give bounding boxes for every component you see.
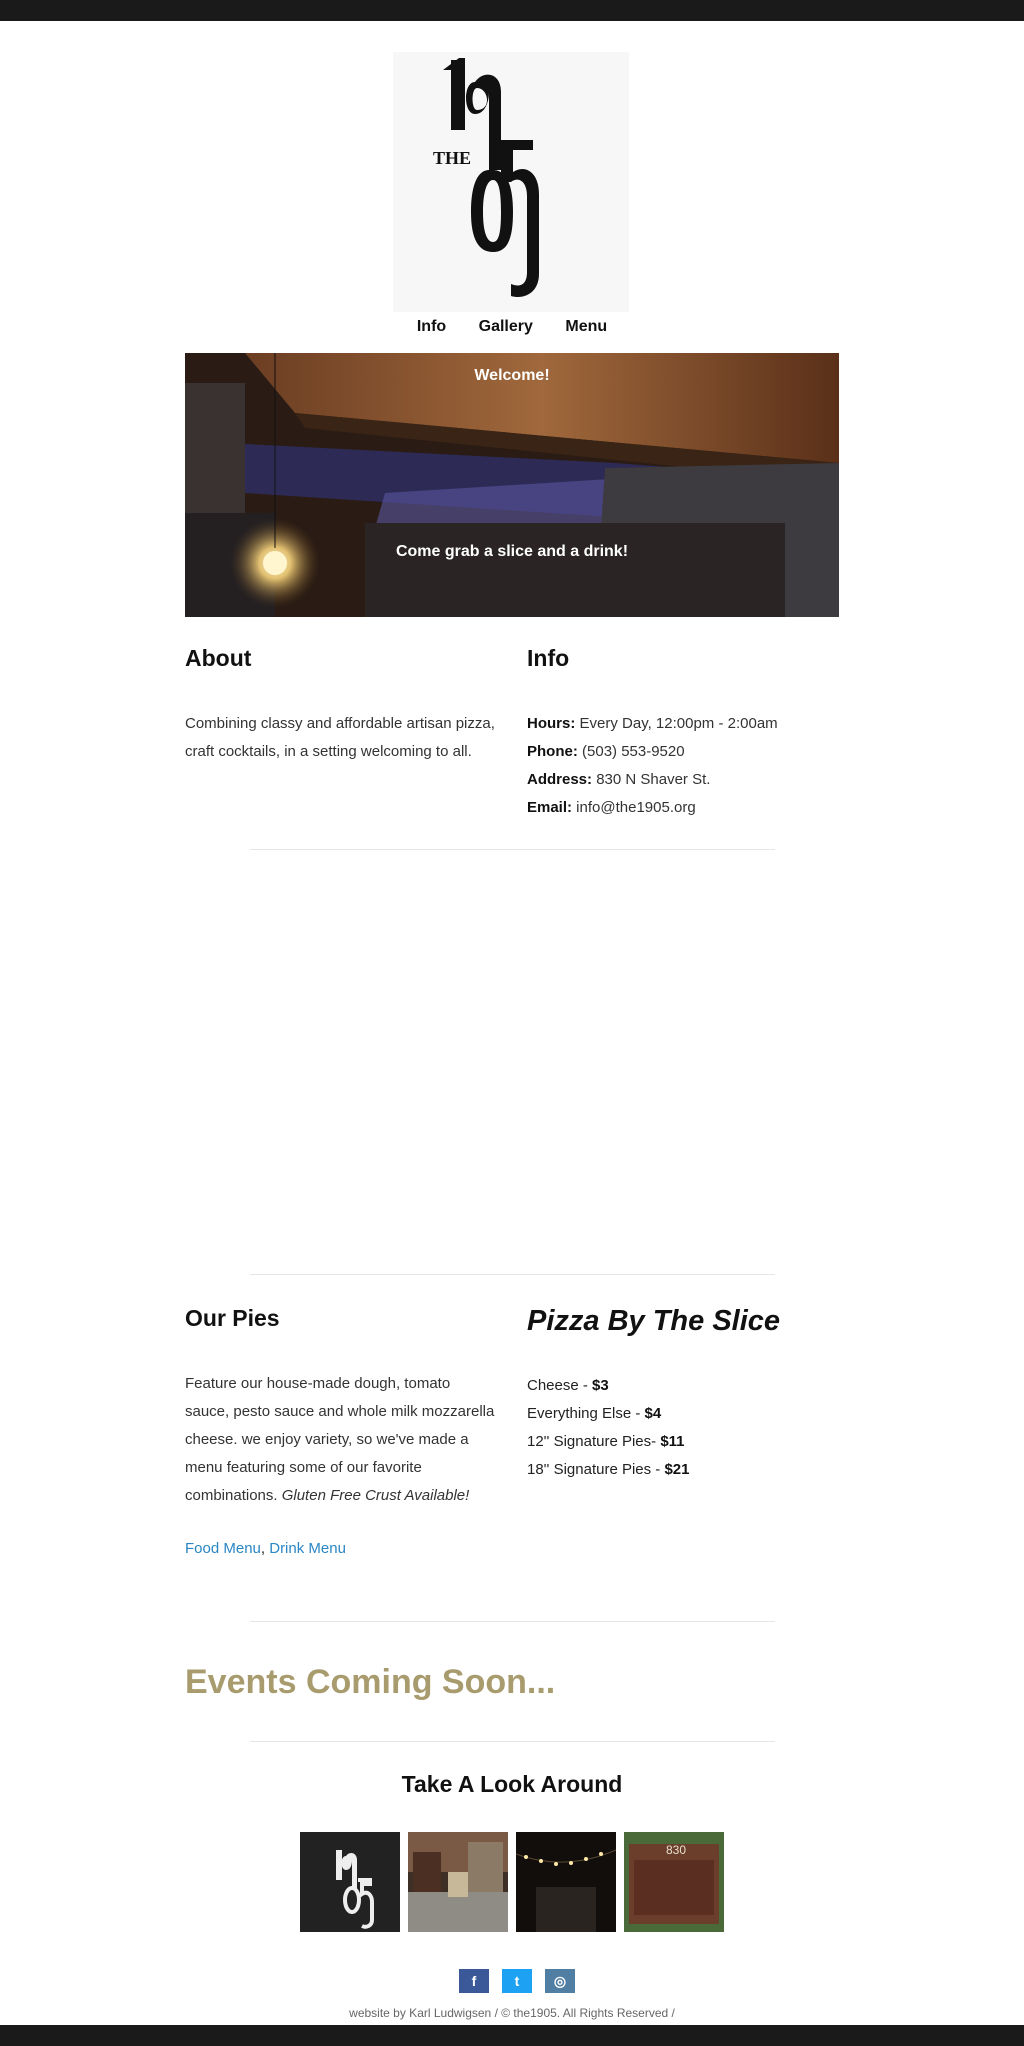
info-hours: Hours: Every Day, 12:00pm - 2:00am [527, 715, 778, 732]
hero-tagline: Come grab a slice and a drink! [395, 543, 629, 560]
menu-links: Food Menu, Drink Menu [185, 1540, 346, 1557]
slice-price-row: 18'' Signature Pies - $21 [527, 1461, 690, 1478]
info-phone: Phone: (503) 553-9520 [527, 743, 685, 760]
gallery-thumbnails: 830 [300, 1832, 730, 1932]
slice-price-row: Cheese - $3 [527, 1377, 609, 1394]
gallery-thumb-bar[interactable] [408, 1832, 508, 1932]
drink-menu-link[interactable]: Drink Menu [269, 1540, 346, 1557]
pies-section: Our Pies Feature our house-made dough, t… [185, 1305, 495, 1557]
slice-section: Pizza By The Slice Cheese - $3 Everythin… [527, 1305, 847, 1484]
section-divider [250, 849, 775, 850]
section-divider [250, 1274, 775, 1275]
hero-banner: Welcome! Come grab a slice and a drink! [185, 353, 839, 617]
site-logo[interactable]: THE [393, 52, 629, 312]
slice-heading: Pizza By The Slice [527, 1305, 781, 1337]
bottom-bar [0, 2025, 1024, 2046]
about-text: Combining classy and affordable artisan … [185, 715, 495, 760]
info-address: Address: 830 N Shaver St. [527, 771, 711, 788]
instagram-icon[interactable]: ◎ [545, 1969, 575, 1993]
slice-price-row: 12'' Signature Pies- $11 [527, 1433, 685, 1450]
top-bar [0, 0, 1024, 21]
slice-price-row: Everything Else - $4 [527, 1405, 662, 1422]
food-menu-link[interactable]: Food Menu [185, 1540, 261, 1557]
about-heading: About [185, 645, 252, 671]
main-nav: Info Gallery Menu [0, 318, 1024, 336]
pies-heading: Our Pies [185, 1305, 280, 1331]
gallery-sign-number: 830 [666, 1843, 686, 1857]
footer-credits: website by Karl Ludwigsen / © the1905. A… [349, 2006, 675, 2020]
about-section: About Combining classy and affordable ar… [185, 645, 495, 766]
logo-graphic: THE [393, 52, 629, 312]
facebook-icon[interactable]: f [459, 1969, 489, 1993]
gallery-thumb-logo[interactable] [300, 1832, 400, 1932]
section-divider [250, 1621, 775, 1622]
info-heading: Info [527, 645, 570, 671]
gluten-free-note: Gluten Free Crust Available! [281, 1487, 470, 1504]
nav-item-gallery[interactable]: Gallery [479, 318, 533, 336]
hero-photo [185, 353, 839, 617]
hero-welcome: Welcome! [474, 367, 550, 384]
twitter-icon[interactable]: t [502, 1969, 532, 1993]
nav-item-info[interactable]: Info [417, 318, 446, 336]
info-email: Email: info@the1905.org [527, 799, 696, 816]
gallery-heading: Take A Look Around [401, 1771, 623, 1797]
events-heading: Events Coming Soon... [185, 1663, 556, 1701]
gallery-thumb-sign[interactable]: 830 [624, 1832, 724, 1932]
pies-text: Feature our house-made dough, tomato sau… [185, 1375, 495, 1504]
info-section: Info Hours: Every Day, 12:00pm - 2:00am … [527, 645, 847, 822]
section-divider [250, 1741, 775, 1742]
gallery-thumb-lights[interactable] [516, 1832, 616, 1932]
logo-the-text: THE [433, 148, 471, 168]
nav-item-menu[interactable]: Menu [565, 318, 607, 336]
